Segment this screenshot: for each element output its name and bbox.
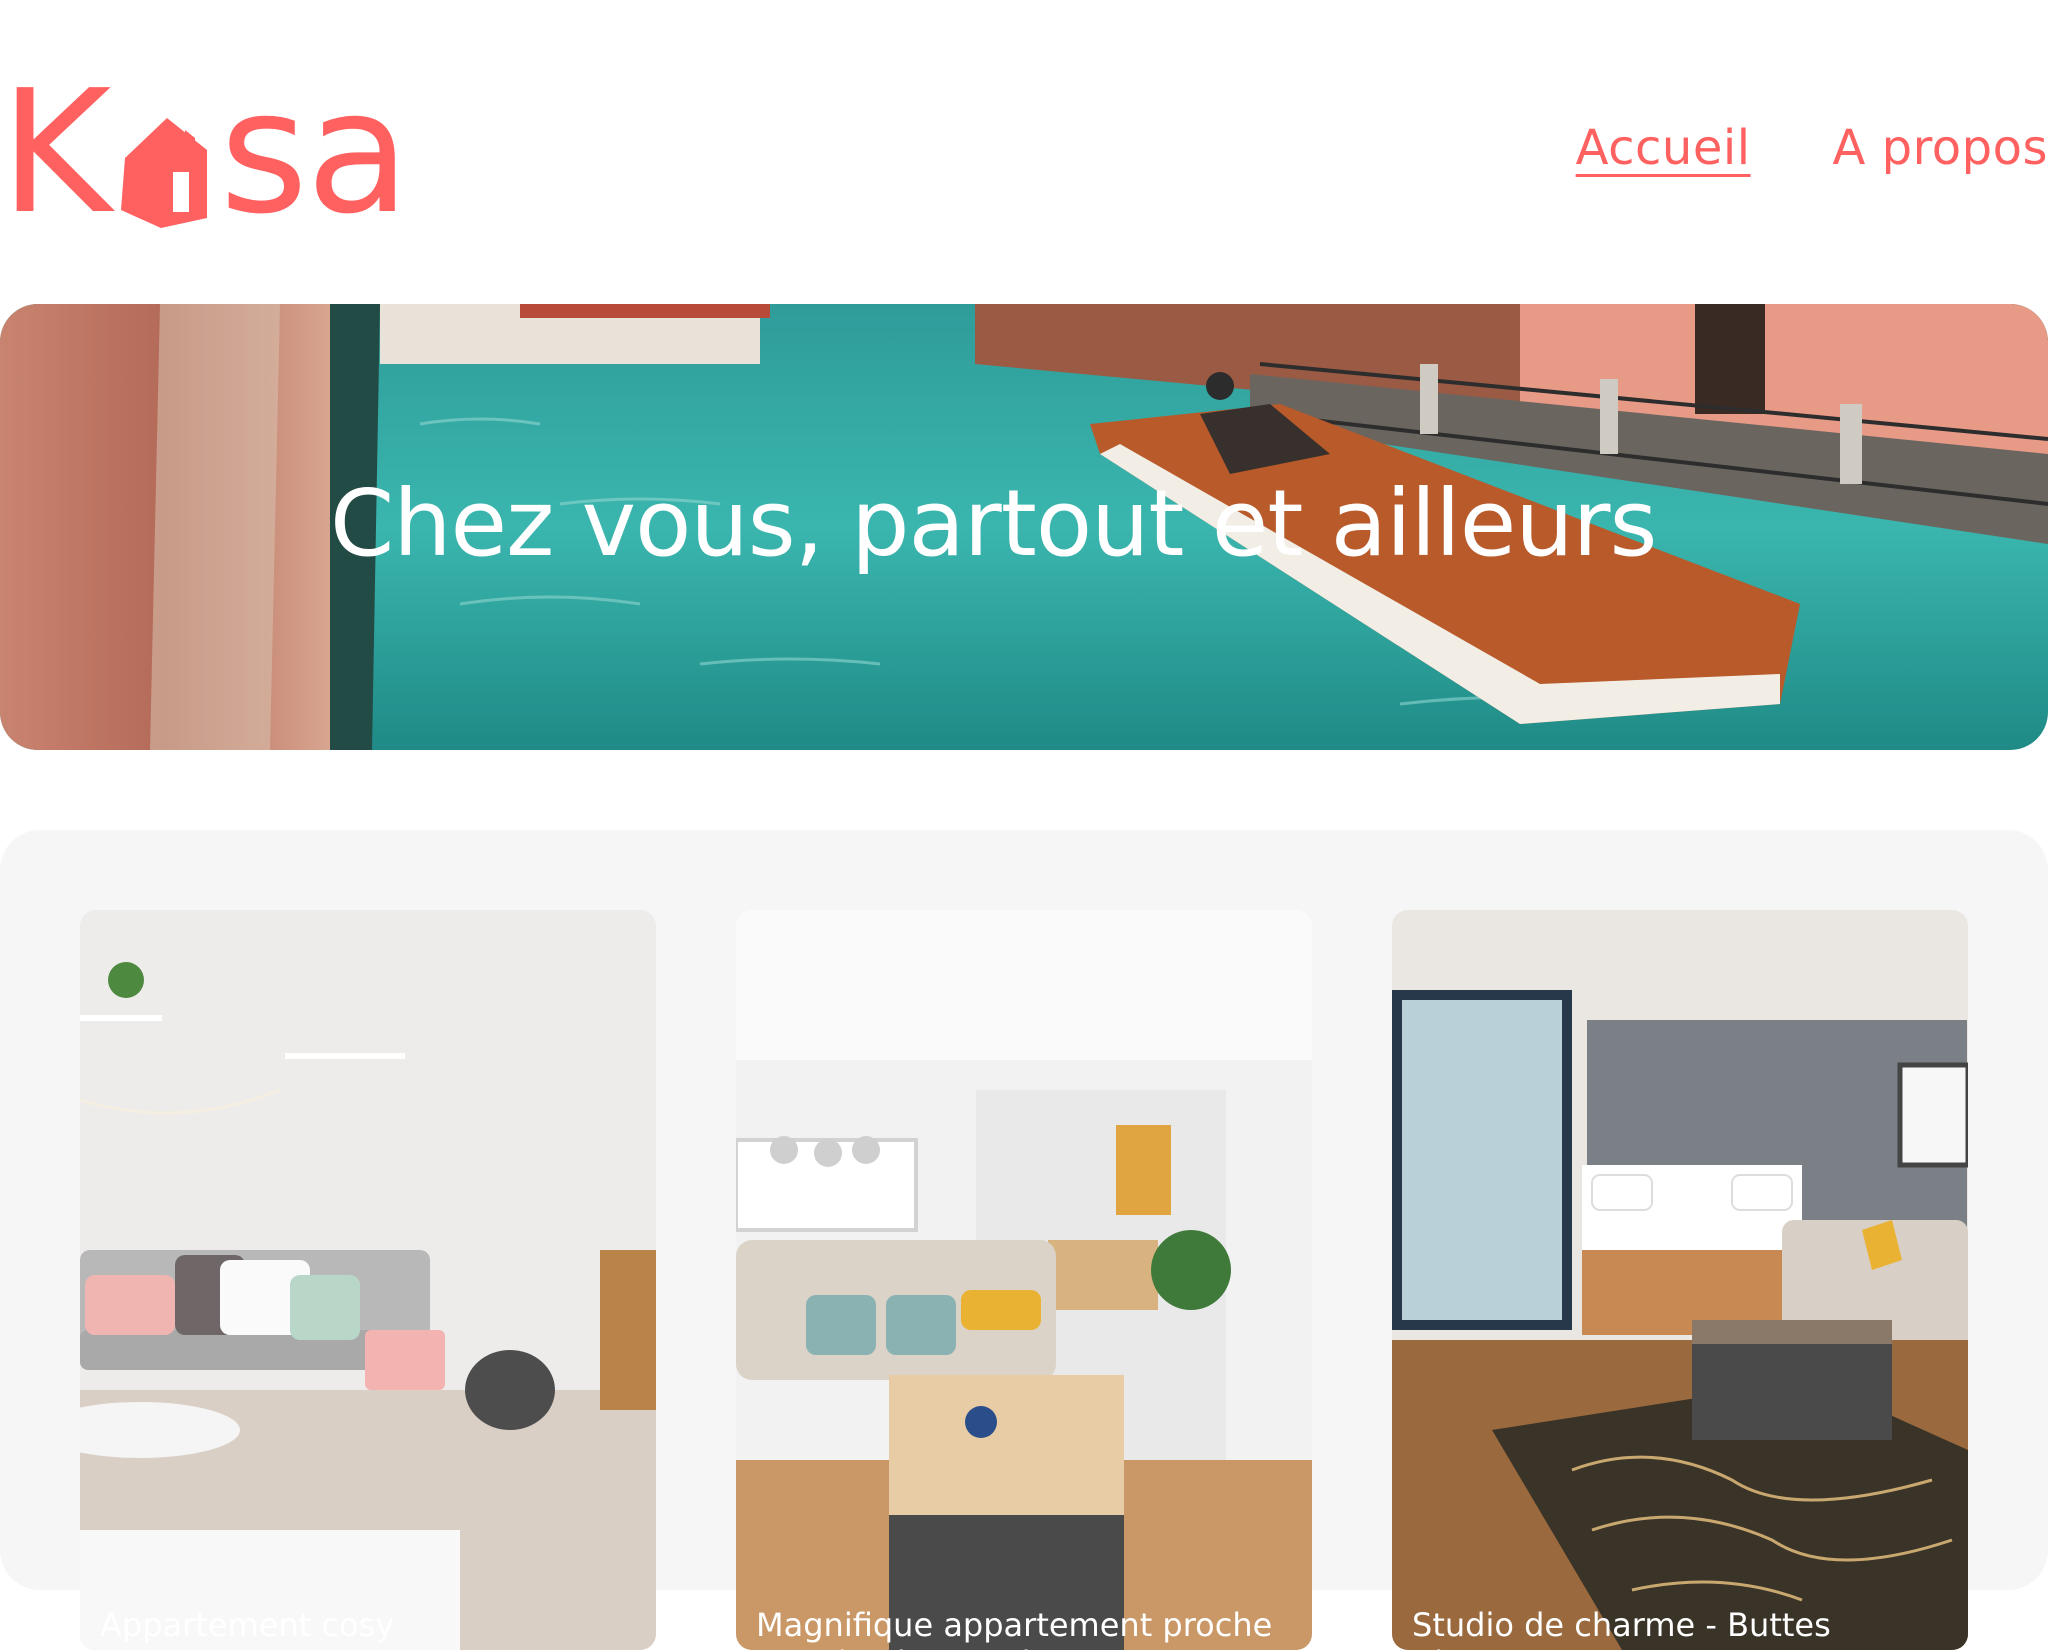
listing-title: Appartement cosy — [100, 1606, 395, 1644]
kasa-logo[interactable]: K sa — [0, 54, 410, 252]
listing-image-open-living-room — [736, 910, 1312, 1650]
site-header: K sa Accueil A propos — [0, 0, 2048, 260]
nav-link-a-propos[interactable]: A propos — [1833, 120, 2048, 176]
nav-link-accueil[interactable]: Accueil — [1576, 120, 1751, 176]
listing-title: Magnifique appartement proche Canal Sain… — [756, 1606, 1273, 1650]
main-nav: Accueil A propos — [1576, 120, 2048, 176]
listing-card[interactable]: Magnifique appartement proche Canal Sain… — [736, 910, 1312, 1650]
banner-title: Chez vous, partout et ailleurs — [330, 470, 1657, 577]
house-icon — [115, 78, 213, 228]
listings-gallery: Appartement cosy Magnifique appartement … — [0, 830, 2048, 1650]
listing-image-living-room — [80, 910, 656, 1650]
listing-image-hotel-studio — [1392, 910, 1968, 1650]
hero-banner: Chez vous, partout et ailleurs — [0, 304, 2048, 750]
listing-card[interactable]: Appartement cosy — [80, 910, 656, 1650]
listing-title: Studio de charme - Buttes Chaumont — [1412, 1606, 1831, 1650]
logo-letter-k: K — [0, 54, 111, 252]
logo-letters-sa: sa — [219, 54, 410, 252]
listing-card[interactable]: Studio de charme - Buttes Chaumont — [1392, 910, 1968, 1650]
